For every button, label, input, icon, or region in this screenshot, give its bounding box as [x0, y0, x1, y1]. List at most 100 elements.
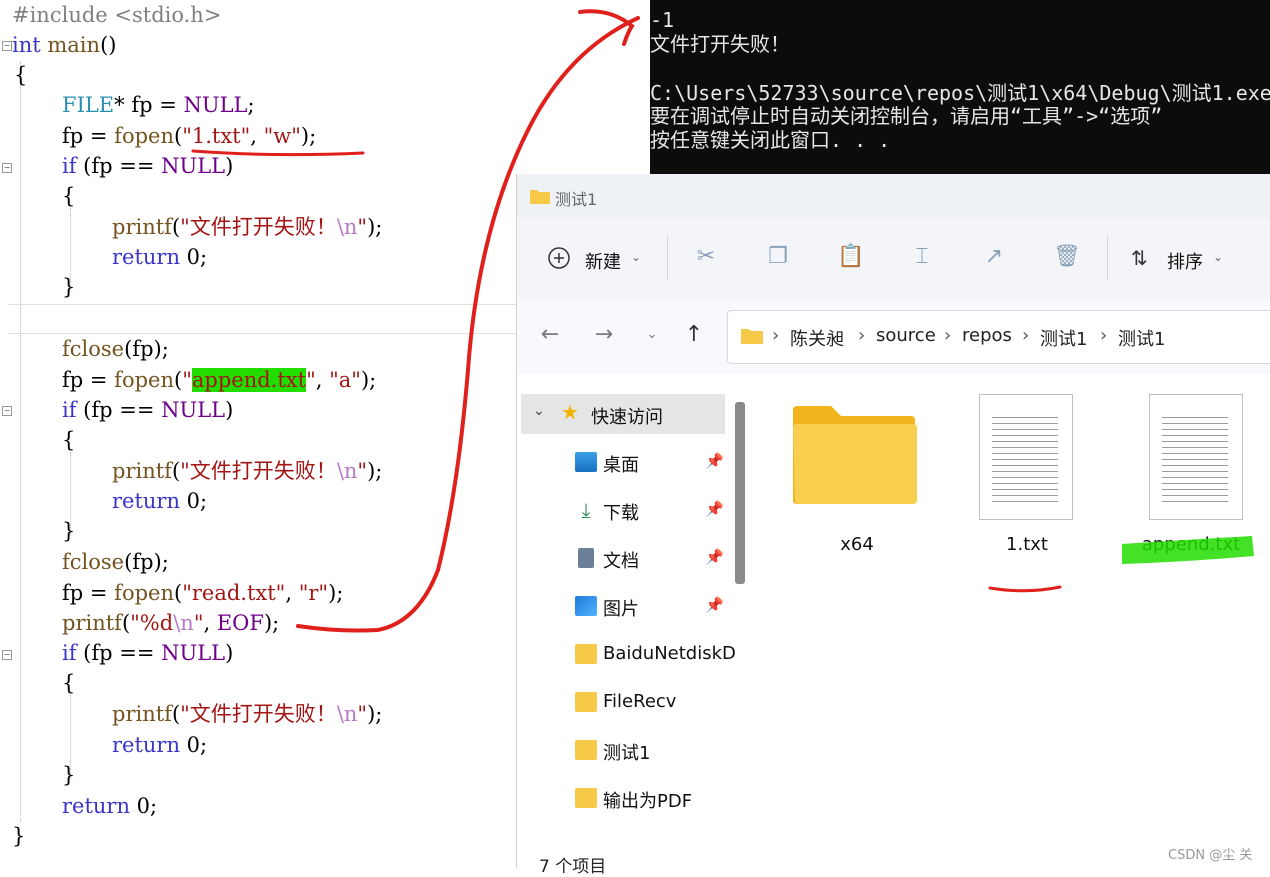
text-file-icon	[979, 394, 1073, 520]
fold-toggle-main[interactable]: −	[2, 41, 12, 51]
sidebar-label: FileRecv	[603, 691, 677, 712]
sort-button-label: 排序	[1167, 252, 1203, 273]
code-line: fp = fopen("append.txt", "a");	[62, 368, 377, 392]
sidebar-item-desktop[interactable]: 桌面 📌	[521, 442, 725, 482]
function-main: main	[47, 33, 101, 57]
forward-button[interactable]: →	[589, 320, 619, 350]
code-line: printf("文件打开失败！\n");	[112, 215, 383, 239]
sidebar-item-quick-access[interactable]: ⌄ ★ 快速访问	[521, 394, 725, 434]
back-button[interactable]: ←	[535, 320, 565, 350]
folder-icon	[793, 406, 917, 504]
sidebar-item-downloads[interactable]: ⤓ 下载 📌	[521, 490, 725, 530]
code-line: FILE* fp = NULL;	[62, 93, 255, 117]
file-name: append.txt	[1141, 534, 1241, 555]
cut-icon[interactable]: ✂	[693, 244, 719, 270]
code-line: fp = fopen("read.txt", "r");	[62, 581, 344, 605]
code-line: if (fp == NULL)	[62, 154, 234, 178]
address-bar[interactable]: › 陈关昶 › source › repos › 测试1 › 测试1	[727, 310, 1270, 364]
watermark: CSDN @尘 关	[1168, 848, 1253, 863]
file-explorer-window[interactable]: 测试1 新建 ⌄ ✂ ❐ 📋 ⌶ ↗ 🗑 ⇅ 排序 ⌄ ← → ⌄ ↑ › 陈关…	[516, 174, 1270, 877]
plus-circle-icon	[548, 247, 570, 269]
breadcrumb-item[interactable]: 测试1	[1118, 325, 1165, 351]
code-line: }	[12, 824, 26, 848]
console-line: 要在调试停止时自动关闭控制台，请启用“工具”->“选项”	[650, 104, 1163, 128]
breadcrumb-separator: ›	[1100, 325, 1108, 346]
file-item-append-txt[interactable]	[1149, 394, 1245, 522]
code-line: printf("%d\n", EOF);	[62, 611, 280, 635]
fold-toggle-if-2[interactable]: −	[2, 406, 12, 416]
status-bar-item-count: 7 个项目	[539, 857, 607, 877]
code-line: }	[62, 519, 76, 543]
sidebar-item-export-pdf[interactable]: 输出为PDF	[521, 778, 725, 818]
code-line: }	[62, 275, 76, 299]
new-button-label: 新建	[585, 252, 621, 273]
code-line: printf("文件打开失败！\n");	[112, 459, 383, 483]
code-line: return 0;	[112, 489, 208, 513]
file-list-view: x64 1.txt append.txt	[749, 374, 1270, 868]
breadcrumb-item[interactable]: source	[876, 325, 936, 346]
sidebar-item-test1[interactable]: 测试1	[521, 730, 725, 770]
breadcrumb-separator: ›	[944, 325, 952, 346]
star-icon: ★	[561, 400, 579, 424]
code-line: int main()	[12, 33, 117, 57]
file-item-x64[interactable]	[791, 404, 919, 512]
window-title: 测试1	[555, 190, 598, 209]
breadcrumb-separator: ›	[772, 325, 780, 346]
breadcrumb-item[interactable]: 陈关昶	[790, 325, 844, 351]
chevron-down-icon: ⌄	[1213, 250, 1224, 264]
rename-icon[interactable]: ⌶	[909, 244, 935, 270]
sidebar-item-pictures[interactable]: 图片 📌	[521, 586, 725, 626]
sidebar-label: 测试1	[603, 743, 651, 764]
breadcrumb-item[interactable]: 测试1	[1040, 325, 1087, 351]
recent-locations-chevron-icon[interactable]: ⌄	[637, 320, 667, 350]
code-line: fp = fopen("1.txt", "w");	[62, 124, 317, 148]
sidebar-item-baidunetdisk[interactable]: BaiduNetdiskD	[521, 634, 736, 674]
code-line: {	[62, 671, 76, 695]
paste-icon[interactable]: 📋	[837, 244, 864, 270]
code-line: if (fp == NULL)	[62, 398, 234, 422]
up-button[interactable]: ↑	[679, 320, 709, 350]
chevron-down-icon: ⌄	[631, 250, 642, 264]
sidebar-label: 快速访问	[591, 407, 663, 428]
separator	[667, 236, 668, 280]
file-item-1-txt[interactable]	[979, 394, 1075, 522]
fold-toggle-if-3[interactable]: −	[2, 650, 12, 660]
delete-icon[interactable]: 🗑	[1053, 244, 1081, 270]
breadcrumb-item[interactable]: repos	[962, 325, 1012, 346]
folder-icon	[575, 788, 597, 808]
explorer-title-bar[interactable]: 测试1	[517, 174, 1270, 218]
sidebar-item-documents[interactable]: 文档 📌	[521, 538, 725, 578]
text-file-icon	[1149, 394, 1243, 520]
picture-icon	[575, 596, 597, 616]
folder-icon	[575, 644, 597, 664]
folder-icon	[575, 692, 597, 712]
folder-icon	[530, 190, 550, 204]
sidebar-label: 下载	[603, 503, 639, 524]
navigation-bar: ← → ⌄ ↑ › 陈关昶 › source › repos › 测试1 › 测…	[517, 298, 1270, 374]
code-line: {	[14, 63, 28, 87]
keyword-int: int	[12, 33, 41, 57]
code-line: #include <stdio.h>	[12, 3, 222, 27]
sidebar-label: BaiduNetdiskD	[603, 643, 736, 664]
new-button[interactable]: 新建 ⌄	[547, 246, 641, 274]
code-line: return 0;	[112, 245, 208, 269]
breadcrumb-separator: ›	[1022, 325, 1030, 346]
fold-toggle-if-1[interactable]: −	[2, 163, 12, 173]
copy-icon[interactable]: ❐	[765, 244, 791, 270]
code-line: fclose(fp);	[62, 550, 169, 574]
folder-icon	[575, 740, 597, 760]
indent-guide	[20, 62, 21, 822]
code-line: printf("文件打开失败！\n");	[112, 702, 383, 726]
console-line: 文件打开失败！	[650, 32, 790, 56]
command-bar: 新建 ⌄ ✂ ❐ 📋 ⌶ ↗ 🗑 ⇅ 排序 ⌄	[517, 218, 1270, 298]
pin-icon: 📌	[705, 452, 724, 470]
sidebar-scrollbar[interactable]	[735, 402, 745, 584]
share-icon[interactable]: ↗	[981, 244, 1007, 270]
document-icon	[578, 548, 594, 568]
chevron-down-icon: ⌄	[533, 403, 545, 419]
sidebar-item-filerecv[interactable]: FileRecv	[521, 682, 725, 722]
console-line: 按任意键关闭此窗口. . .	[650, 128, 891, 152]
pin-icon: 📌	[705, 548, 724, 566]
file-name: x64	[840, 534, 874, 555]
debug-console-window[interactable]: -1 文件打开失败！ C:\Users\52733\source\repos\测…	[650, 0, 1270, 174]
